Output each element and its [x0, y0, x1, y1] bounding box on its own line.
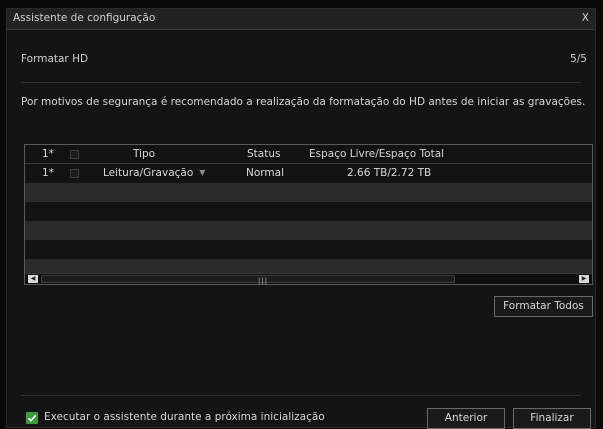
scroll-right-icon[interactable]: ▶	[579, 275, 589, 283]
scroll-left-icon[interactable]: ◀	[28, 275, 38, 283]
table-row-empty	[25, 259, 592, 273]
previous-button[interactable]: Anterior	[427, 408, 505, 429]
header-type: Tipo	[133, 148, 156, 160]
close-button[interactable]: X	[582, 12, 589, 24]
table-row-empty	[25, 202, 592, 221]
row-type-select[interactable]: Leitura/Gravação ▼	[103, 167, 205, 179]
header-space: Espaço Livre/Espaço Total	[309, 148, 445, 160]
table-row-empty	[25, 221, 592, 240]
step-title: Formatar HD	[21, 53, 89, 65]
select-all-checkbox[interactable]	[70, 150, 79, 159]
table-row[interactable]: 1* Leitura/Gravação ▼ Normal 2.66 TB/2.72…	[25, 164, 592, 183]
horizontal-scrollbar[interactable]: ◀ ||| ▶	[25, 273, 592, 285]
header-status: Status	[247, 148, 281, 160]
row-status: Normal	[246, 167, 284, 179]
footer-divider	[21, 395, 581, 396]
row-checkbox[interactable]	[70, 169, 79, 178]
format-all-button[interactable]: Formatar Todos	[494, 296, 593, 317]
finish-button[interactable]: Finalizar	[513, 408, 591, 429]
setup-wizard-window: Assistente de configuração X Formatar HD…	[6, 8, 596, 429]
step-counter: 5/5	[570, 53, 587, 65]
window-title: Assistente de configuração	[13, 12, 156, 24]
grip-icon: |||	[258, 277, 269, 285]
dropdown-arrow-icon[interactable]: ▼	[199, 168, 205, 177]
table-header: 1* Tipo Status Espaço Livre/Espaço Total	[25, 145, 592, 164]
scrollbar-thumb[interactable]: |||	[41, 275, 455, 285]
header-index[interactable]: 1*	[42, 148, 54, 160]
title-bar: Assistente de configuração X	[7, 9, 595, 30]
checkmark-icon	[27, 414, 37, 422]
format-description: Por motivos de segurança é recomendado a…	[21, 96, 586, 108]
table-row-empty	[25, 240, 592, 259]
table-row-empty	[25, 183, 592, 202]
run-wizard-label[interactable]: Executar o assistente durante a próxima …	[44, 411, 325, 423]
hdd-table: 1* Tipo Status Espaço Livre/Espaço Total…	[24, 144, 593, 285]
row-space: 2.66 TB/2.72 TB	[347, 167, 432, 179]
row-index: 1*	[42, 167, 54, 179]
run-wizard-checkbox[interactable]	[26, 412, 38, 424]
divider	[21, 82, 581, 83]
row-type-value: Leitura/Gravação	[103, 167, 194, 179]
